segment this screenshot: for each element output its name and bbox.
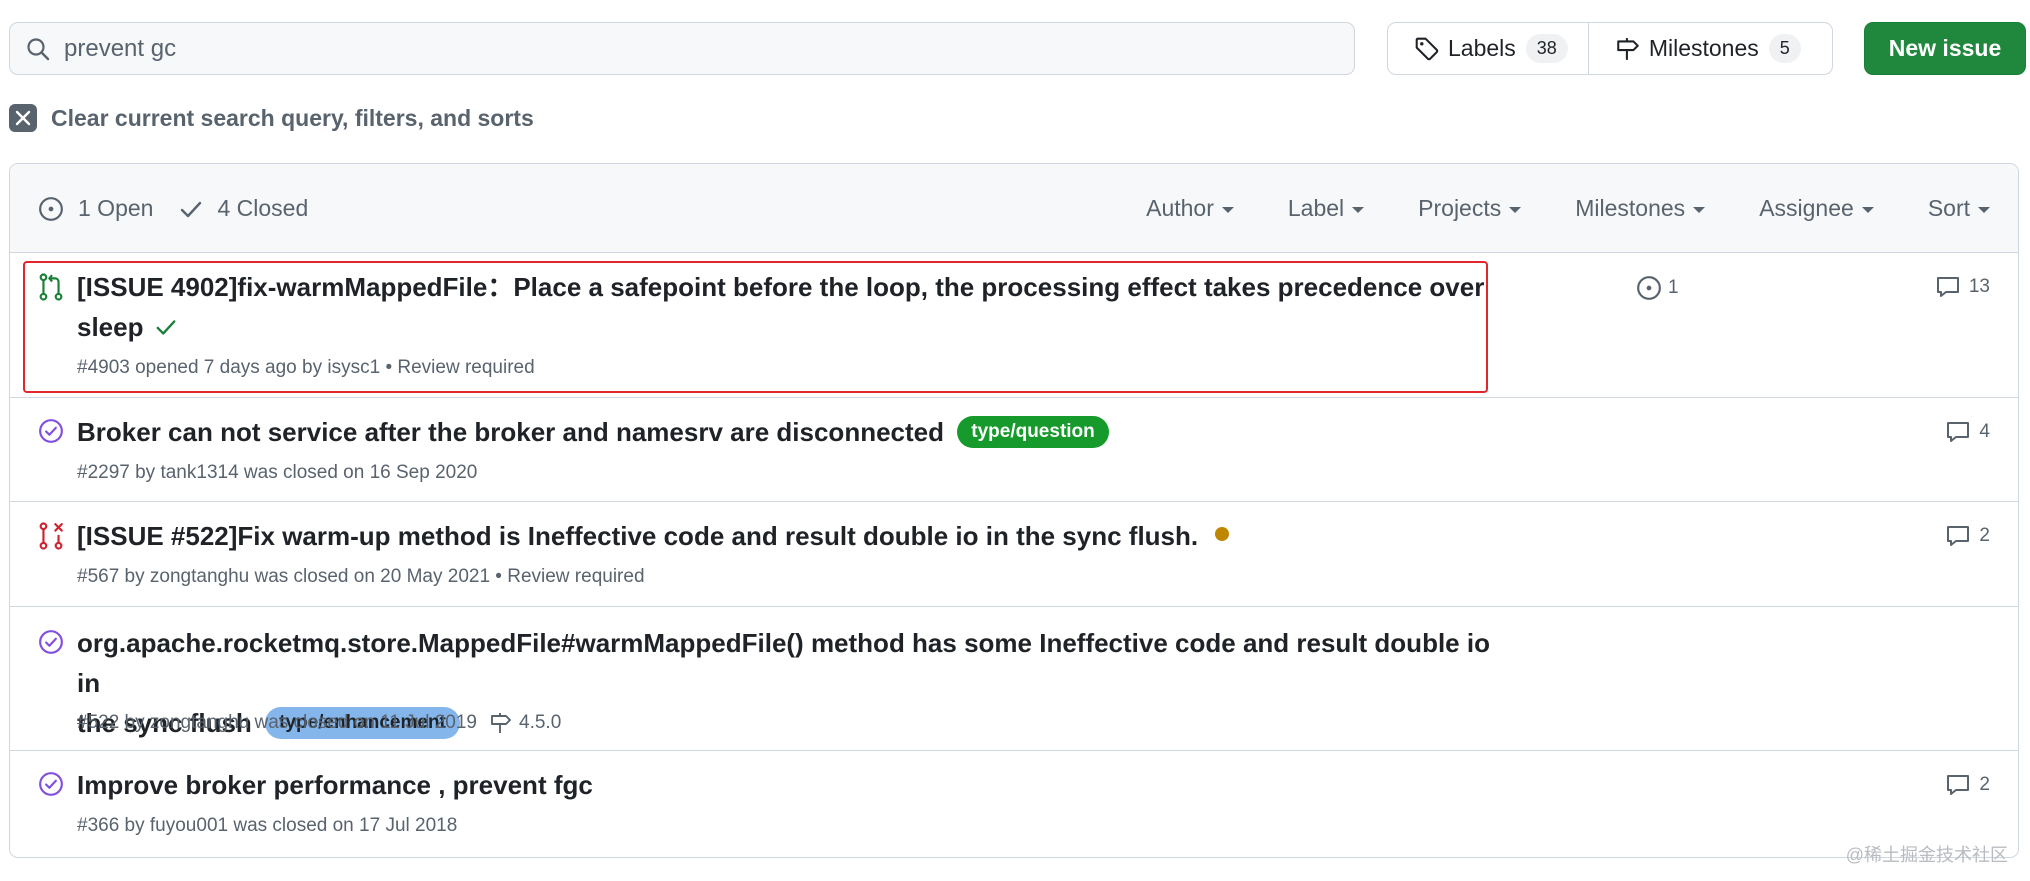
comments-count: 2 (1979, 525, 1990, 546)
list-item: [ISSUE 4902]fix-warmMappedFile：Place a s… (10, 253, 2018, 398)
comments-link[interactable]: 2 (1945, 524, 1990, 548)
issue-title-line2: sleep (77, 312, 144, 342)
issue-meta: #522 by zongtanghu was closed on 11 Jul … (77, 711, 561, 735)
pending-status-icon[interactable] (1215, 527, 1230, 541)
issue-open-icon (39, 196, 63, 221)
caret-down-icon (1352, 206, 1365, 213)
pull-request-closed-icon (38, 522, 64, 555)
label-filter[interactable]: Label (1287, 195, 1365, 222)
issues-list-header: 1 Open 4 Closed Author Label Projects Mi… (10, 164, 2018, 253)
list-item: Broker can not service after the broker … (10, 398, 2018, 502)
issue-meta-text: #522 by zongtanghu was closed on 11 Jul … (77, 712, 478, 733)
new-issue-button[interactable]: New issue (1864, 22, 2026, 75)
issue-title: Improve broker performance , prevent fgc (77, 770, 593, 800)
issue-title-link[interactable]: [ISSUE #522]Fix warm-up method is Ineffe… (77, 516, 1230, 556)
comments-count: 2 (1979, 774, 1990, 795)
issue-closed-icon (38, 418, 64, 449)
pull-request-open-icon (38, 273, 64, 306)
comments-link[interactable]: 2 (1945, 773, 1990, 797)
list-item: org.apache.rocketmq.store.MappedFile#war… (10, 607, 2018, 751)
milestone-name: 4.5.0 (519, 712, 562, 733)
close-icon (9, 104, 37, 132)
issue-title-line1: org.apache.rocketmq.store.MappedFile#war… (77, 628, 1490, 698)
author-filter[interactable]: Author (1146, 195, 1234, 222)
issue-title-link[interactable]: Broker can not service after the broker … (77, 412, 1109, 452)
milestones-label: Milestones (1648, 35, 1759, 61)
caret-down-icon (1693, 206, 1706, 213)
comments-link[interactable]: 13 (1935, 275, 1990, 299)
list-item: [ISSUE #522]Fix warm-up method is Ineffe… (10, 502, 2018, 607)
labels-count: 38 (1525, 34, 1568, 63)
milestone-link[interactable]: 4.5.0 (489, 711, 561, 735)
linked-issues[interactable]: 1 (1636, 275, 1679, 301)
comments-count: 13 (1968, 276, 1990, 297)
milestones-count: 5 (1768, 34, 1801, 63)
caret-down-icon (1509, 206, 1522, 213)
labels-label: Labels (1448, 35, 1516, 61)
comment-icon (1947, 526, 1970, 546)
filter-dropdowns: Author Label Projects Milestones Assigne… (1092, 164, 1990, 253)
search-icon (24, 35, 52, 63)
linked-count: 1 (1668, 277, 1679, 298)
issue-open-icon (1637, 276, 1661, 300)
closed-filter[interactable]: 4 Closed (179, 195, 308, 222)
issue-meta: #366 by fuyou001 was closed on 17 Jul 20… (77, 815, 458, 836)
issue-meta: #567 by zongtanghu was closed on 20 May … (77, 566, 645, 587)
state-toggle: 1 Open 4 Closed (38, 164, 308, 253)
caret-down-icon (1221, 206, 1234, 213)
labels-milestones-group: Labels 38 Milestones 5 (1387, 22, 1833, 75)
search-box[interactable] (9, 22, 1355, 75)
issue-title-line1: [ISSUE 4902]fix-warmMappedFile：Place a s… (77, 272, 1485, 302)
search-input[interactable] (64, 34, 1324, 63)
caret-down-icon (1978, 206, 1990, 213)
issue-label[interactable]: type/question (957, 416, 1109, 448)
milestone-icon (1617, 37, 1639, 60)
tag-icon (1415, 37, 1439, 60)
milestones-button[interactable]: Milestones 5 (1587, 23, 1821, 74)
assignee-filter[interactable]: Assignee (1759, 195, 1874, 222)
issue-closed-icon (38, 629, 64, 660)
comments-link[interactable]: 4 (1945, 420, 1990, 444)
clear-filters-link[interactable]: Clear current search query, filters, and… (9, 104, 534, 132)
issue-closed-icon (38, 771, 64, 802)
caret-down-icon (1861, 206, 1874, 213)
open-count: 1 Open (78, 195, 154, 221)
comment-icon (1947, 775, 1970, 795)
closed-count: 4 Closed (217, 195, 309, 221)
check-icon (181, 201, 202, 217)
milestones-filter-label: Milestones (1575, 195, 1686, 221)
list-item: Improve broker performance , prevent fgc… (10, 751, 2018, 857)
issues-list: 1 Open 4 Closed Author Label Projects Mi… (9, 163, 2019, 858)
projects-filter[interactable]: Projects (1418, 195, 1522, 222)
issue-meta: #4903 opened 7 days ago by isysc1 • Revi… (77, 357, 535, 378)
issue-title-link[interactable]: [ISSUE 4902]fix-warmMappedFile：Place a s… (77, 267, 1497, 347)
watermark: @稀土掘金技术社区 (1845, 845, 2008, 865)
clear-filters-text: Clear current search query, filters, and… (51, 104, 534, 131)
open-filter[interactable]: 1 Open (38, 195, 153, 222)
label-filter-label: Label (1287, 195, 1345, 221)
checks-passed-icon[interactable] (151, 312, 177, 342)
issue-meta: #2297 by tank1314 was closed on 16 Sep 2… (77, 462, 478, 483)
milestones-filter[interactable]: Milestones (1575, 195, 1706, 222)
sort-filter-label: Sort (1927, 195, 1970, 221)
comments-count: 4 (1979, 421, 1990, 442)
issues-toolbar: Labels 38 Milestones 5 New issue (9, 22, 2026, 76)
author-filter-label: Author (1146, 195, 1214, 221)
projects-filter-label: Projects (1418, 195, 1502, 221)
issue-title: [ISSUE #522]Fix warm-up method is Ineffe… (77, 521, 1199, 551)
comment-icon (1947, 422, 1970, 442)
labels-button[interactable]: Labels 38 (1388, 23, 1588, 74)
assignee-filter-label: Assignee (1759, 195, 1854, 221)
issue-title-link[interactable]: Improve broker performance , prevent fgc (77, 765, 593, 805)
comment-icon (1936, 277, 1959, 297)
milestone-icon (491, 713, 511, 733)
sort-filter[interactable]: Sort (1928, 195, 1990, 222)
issue-title: Broker can not service after the broker … (77, 417, 945, 447)
